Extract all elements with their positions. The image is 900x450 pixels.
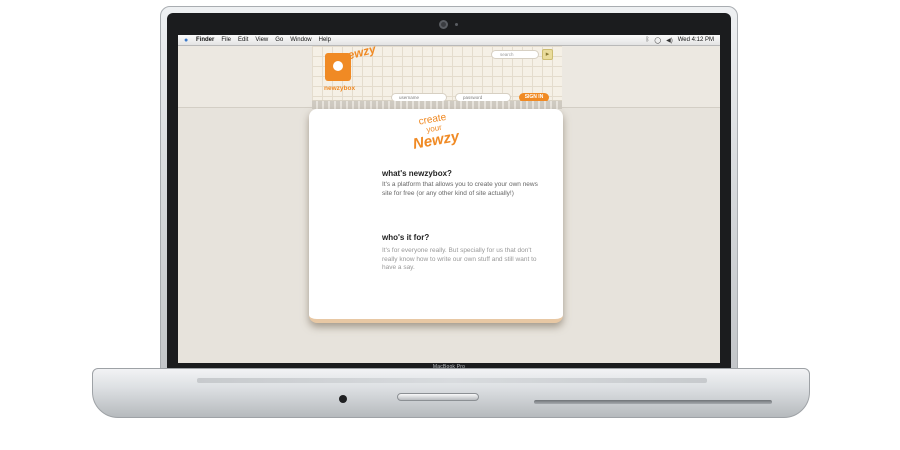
logo-name: newzybox	[324, 85, 356, 92]
lid-latch-button[interactable]	[397, 393, 479, 401]
apple-icon[interactable]: ●	[184, 37, 191, 44]
section-body-what: It's a platform that allows you to creat…	[382, 181, 538, 197]
search-button[interactable]: ▸	[542, 49, 553, 60]
menu-extras: ᛒ ◯ ◀) Wed 4:12 PM	[646, 37, 720, 44]
search-input[interactable]: search	[491, 50, 539, 59]
decorative-strip	[312, 101, 562, 109]
laptop-base	[92, 368, 810, 418]
menu-item-go[interactable]: Go	[275, 37, 283, 43]
content-card: create your Newzy what's newzybox? It's …	[309, 109, 563, 323]
screen: ● Finder File Edit View Go Window Help ᛒ…	[178, 35, 720, 363]
chat-icon[interactable]: ◯	[654, 37, 661, 44]
menu-item-window[interactable]: Window	[290, 37, 311, 43]
laptop-lid: ● Finder File Edit View Go Window Help ᛒ…	[160, 6, 738, 380]
section-body-who: It's for everyone really. But specially …	[382, 247, 537, 271]
menu-item-finder[interactable]: Finder	[196, 37, 214, 43]
optical-drive-slot	[534, 400, 772, 404]
menu-bar: ● Finder File Edit View Go Window Help ᛒ…	[178, 35, 720, 46]
volume-icon[interactable]: ◀)	[666, 37, 673, 44]
section-heading-who: who's it for?	[382, 233, 430, 242]
sleep-light-icon	[339, 395, 347, 403]
stage: ● Finder File Edit View Go Window Help ᛒ…	[0, 0, 900, 450]
clock[interactable]: Wed 4:12 PM	[678, 37, 714, 43]
camera-icon	[439, 20, 448, 29]
camera-light	[455, 23, 458, 26]
section-heading-what: what's newzybox?	[382, 169, 452, 178]
menu-item-help[interactable]: Help	[319, 37, 331, 43]
menu-item-view[interactable]: View	[255, 37, 268, 43]
bluetooth-icon[interactable]: ᛒ	[646, 37, 650, 43]
create-your-newzy-logo[interactable]: create your Newzy	[400, 110, 470, 159]
menu-item-edit[interactable]: Edit	[238, 37, 248, 43]
keyboard-edge	[197, 378, 707, 383]
menu-item-file[interactable]: File	[221, 37, 231, 43]
